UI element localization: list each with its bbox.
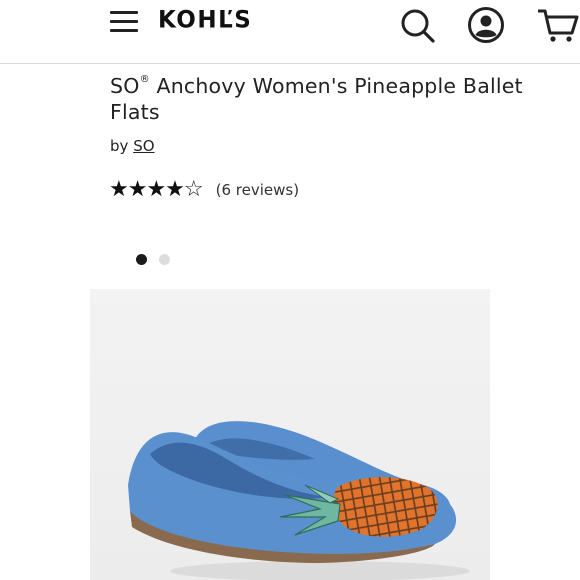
hamburger-menu-icon[interactable]: [110, 11, 138, 33]
star-rating: ★★★★☆: [109, 177, 204, 202]
rating-row: ★★★★☆ (6 reviews): [109, 175, 299, 205]
carousel-dots: [136, 254, 170, 265]
brand-link[interactable]: SO: [133, 137, 154, 155]
kohls-logo[interactable]: KOHĽS: [158, 6, 252, 33]
site-header: KOHĽS: [0, 0, 580, 64]
by-label: by: [110, 137, 129, 155]
account-icon[interactable]: [467, 6, 505, 44]
pineapple-flats-illustration: [90, 289, 490, 580]
carousel-dot-1[interactable]: [136, 254, 147, 265]
cart-icon[interactable]: [536, 6, 580, 44]
brand-byline: by SO: [110, 137, 155, 155]
product-title: SO® Anchovy Women's Pineapple Ballet Fla…: [110, 73, 523, 124]
reviews-link[interactable]: (6 reviews): [216, 175, 299, 205]
search-icon[interactable]: [400, 6, 436, 44]
product-image[interactable]: [90, 289, 490, 580]
carousel-dot-2[interactable]: [159, 254, 170, 265]
